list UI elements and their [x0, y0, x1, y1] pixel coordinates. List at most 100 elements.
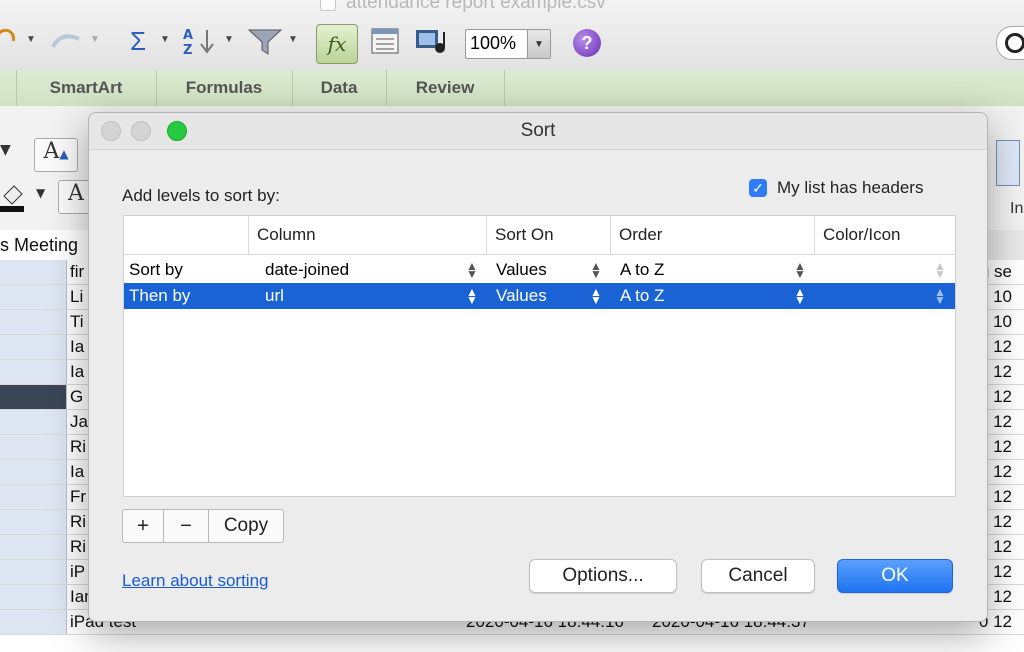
row-header[interactable]	[0, 535, 67, 559]
row-header[interactable]	[0, 360, 67, 384]
color-icon-header: Color/Icon	[814, 216, 955, 254]
autosum-dropdown-icon[interactable]: ▼	[160, 34, 170, 45]
row-header[interactable]	[0, 460, 67, 484]
order-stepper-icon[interactable]: ▲ ▼	[794, 257, 806, 283]
svg-text:A: A	[183, 28, 193, 43]
order-select[interactable]: A to Z	[620, 283, 664, 309]
options-button[interactable]: Options...	[529, 559, 677, 593]
table-row[interactable]: Then by url ▲ ▼ Values ▲ ▼ A to Z ▲ ▼ ▲ ▼	[124, 283, 955, 309]
grid-cell[interactable]: Ri	[70, 537, 86, 557]
search-icon	[1005, 33, 1024, 53]
fill-color-icon[interactable]	[0, 180, 28, 220]
cancel-button[interactable]: Cancel	[701, 559, 815, 593]
tab-smartart[interactable]: SmartArt	[16, 70, 157, 106]
sort-on-header: Sort On	[486, 216, 610, 254]
redo-dropdown-icon[interactable]: ▼	[26, 34, 36, 45]
tab-formulas[interactable]: Formulas	[156, 70, 293, 106]
grid-cell[interactable]: Fr	[70, 487, 86, 507]
row-header[interactable]	[0, 485, 67, 509]
headers-checkbox-label: My list has headers	[777, 178, 924, 197]
dialog-titlebar: Sort	[89, 113, 987, 150]
row-header[interactable]	[0, 435, 67, 459]
ribbon-tabs: SmartArt Formulas Data Review	[0, 70, 1024, 107]
sheet-title-fragment: s Meeting	[0, 230, 90, 260]
grid-cell[interactable]: iP	[70, 562, 85, 582]
ribbon-insert-fragment[interactable]: In	[990, 134, 1024, 230]
document-title-text: attendance report example.csv	[346, 0, 606, 13]
checkmark-icon[interactable]: ✓	[749, 179, 767, 197]
grid-cell[interactable]: fir	[70, 262, 84, 282]
level-buttons: + − Copy	[122, 509, 284, 543]
my-list-has-headers-checkbox[interactable]: ✓ My list has headers	[749, 178, 923, 198]
excel-toolbar: attendance report example.csv ▼ ▼ Σ ▼ AZ…	[0, 0, 1024, 71]
font-dropdown-icon[interactable]: ▼	[0, 142, 11, 158]
row-header[interactable]	[0, 335, 67, 359]
table-row[interactable]: Sort by date-joined ▲ ▼ Values ▲ ▼ A to Z …	[124, 257, 955, 283]
zoom-dropdown-icon[interactable]: ▼	[527, 30, 550, 58]
fx-icon: fx	[327, 32, 347, 56]
insert-function-button[interactable]: fx	[316, 24, 358, 64]
column-stepper-icon[interactable]: ▲ ▼	[466, 283, 478, 309]
row-header[interactable]	[0, 510, 67, 534]
grid-cell[interactable]: Ri	[70, 512, 86, 532]
tab-review[interactable]: Review	[386, 70, 505, 106]
learn-about-sorting-link[interactable]: Learn about sorting	[122, 571, 269, 591]
increase-font-size-icon[interactable]: A▲	[34, 138, 78, 172]
color-icon-stepper-icon[interactable]: ▲ ▼	[934, 257, 946, 283]
grid-cell[interactable]: Li	[70, 287, 83, 307]
refresh-dropdown-icon[interactable]: ▼	[90, 34, 100, 45]
zoom-select[interactable]: 100% ▼	[465, 29, 551, 59]
add-level-button[interactable]: +	[123, 510, 164, 542]
level-label: Then by	[129, 286, 191, 305]
sort-on-stepper-icon[interactable]: ▲ ▼	[590, 283, 602, 309]
grid-cell[interactable]: Ri	[70, 437, 86, 457]
row-header[interactable]	[0, 585, 67, 609]
grid-cell[interactable]: Ia	[70, 462, 84, 482]
order-select[interactable]: A to Z	[620, 257, 664, 283]
tab-data[interactable]: Data	[292, 70, 387, 106]
row-header[interactable]	[0, 310, 67, 334]
delete-level-button[interactable]: −	[164, 510, 209, 542]
grid-cell[interactable]: Ia	[70, 362, 84, 382]
row-header[interactable]	[0, 560, 67, 584]
row-header[interactable]	[0, 610, 67, 634]
copy-level-button[interactable]: Copy	[209, 510, 283, 542]
order-stepper-icon[interactable]: ▲ ▼	[794, 283, 806, 309]
color-icon-stepper-icon[interactable]: ▲ ▼	[934, 283, 946, 309]
grid-cell[interactable]: Ia	[70, 337, 84, 357]
insert-label-fragment: In	[1010, 200, 1024, 217]
autosum-icon[interactable]: Σ	[124, 24, 152, 58]
row-header[interactable]	[0, 285, 67, 309]
form-icon[interactable]	[368, 24, 402, 58]
grid-cell[interactable]: Ja	[70, 412, 88, 432]
sort-on-stepper-icon[interactable]: ▲ ▼	[590, 257, 602, 283]
column-select[interactable]: date-joined	[265, 257, 349, 283]
column-select[interactable]: url	[265, 283, 284, 309]
ok-button[interactable]: OK	[837, 559, 953, 593]
grid-cell[interactable]: G	[70, 387, 83, 407]
row-header[interactable]	[0, 260, 67, 284]
sort-on-select[interactable]: Values	[496, 283, 547, 309]
column-header: Column	[248, 216, 486, 254]
column-stepper-icon[interactable]: ▲ ▼	[466, 257, 478, 283]
search-field[interactable]	[996, 26, 1024, 60]
sort-levels-table: Column Sort On Order Color/Icon Sort by …	[123, 215, 956, 497]
level-label: Sort by	[129, 260, 183, 279]
fill-dropdown-icon[interactable]: ▼	[36, 186, 45, 200]
help-glyph: ?	[581, 32, 593, 53]
help-icon[interactable]: ?	[573, 29, 601, 57]
dialog-title: Sort	[520, 120, 556, 141]
redo-icon[interactable]	[0, 24, 20, 58]
row-header[interactable]	[0, 410, 67, 434]
row-header[interactable]	[0, 385, 67, 409]
refresh-icon[interactable]	[46, 24, 86, 58]
grid-cell[interactable]: Ti	[70, 312, 84, 332]
media-browser-icon[interactable]	[412, 24, 450, 58]
filter-dropdown-icon[interactable]: ▼	[288, 34, 298, 45]
filter-icon[interactable]	[244, 24, 286, 58]
order-header: Order	[610, 216, 814, 254]
sort-dropdown-icon[interactable]: ▼	[224, 34, 234, 45]
ribbon-tab-edge	[0, 70, 17, 106]
sort-az-icon[interactable]: AZ	[180, 24, 220, 58]
sort-on-select[interactable]: Values	[496, 257, 547, 283]
